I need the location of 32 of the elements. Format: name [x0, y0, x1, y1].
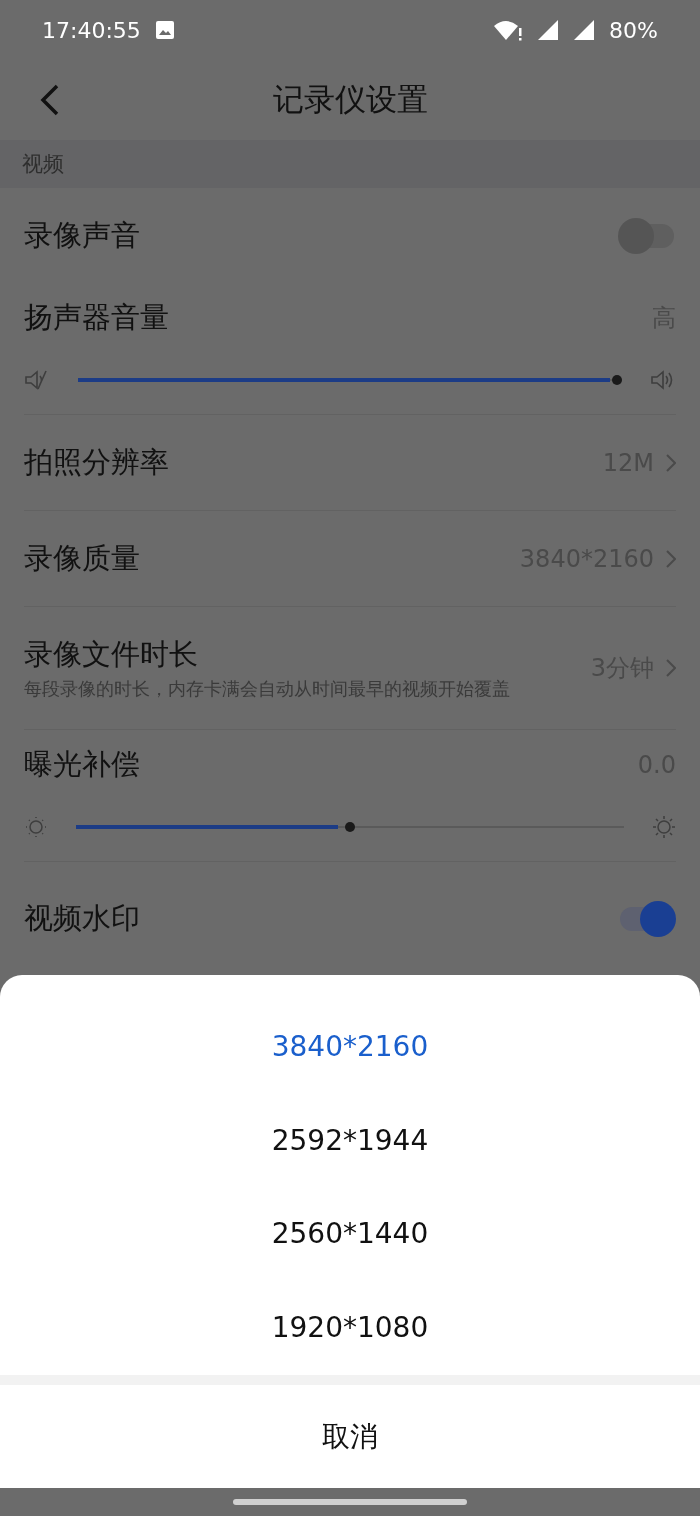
resolution-option[interactable]: 3840*2160	[0, 1000, 700, 1094]
setting-label: 拍照分辨率	[24, 443, 170, 481]
sun-icon	[652, 815, 676, 839]
status-time: 17:40:55	[42, 17, 141, 43]
back-icon[interactable]	[40, 84, 60, 116]
wifi-icon	[493, 19, 524, 41]
battery-percent: 80%	[609, 17, 658, 43]
signal-icon	[573, 19, 596, 41]
sun-icon	[24, 815, 48, 839]
resolution-option[interactable]: 1920*1080	[0, 1280, 700, 1374]
setting-label: 曝光补偿	[24, 746, 141, 783]
chevron-icon	[666, 453, 676, 472]
setting-label: 视频水印	[24, 899, 141, 937]
speaker-muted-icon	[24, 369, 50, 391]
signal-icon	[537, 19, 560, 41]
resolution-option[interactable]: 2560*1440	[0, 1187, 700, 1281]
setting-label: 录像质量	[24, 539, 141, 577]
slider-track[interactable]	[76, 822, 624, 832]
setting-label: 扬声器音量	[24, 299, 170, 336]
page-title: 记录仪设置	[272, 80, 428, 119]
image-icon	[154, 20, 175, 40]
chevron-icon	[666, 549, 676, 568]
resolution-option[interactable]: 2592*1944	[0, 1093, 700, 1187]
slider-thumb[interactable]	[612, 375, 622, 385]
setting-label: 录像文件时长	[24, 636, 199, 673]
slider-track[interactable]	[78, 375, 622, 385]
cancel-button[interactable]: 取消	[0, 1385, 700, 1488]
setting-label: 录像声音	[24, 216, 141, 254]
slider-thumb[interactable]	[345, 822, 355, 832]
section-header: 视频	[0, 140, 700, 188]
toggle-switch[interactable]	[618, 900, 676, 937]
chevron-icon	[666, 659, 676, 677]
